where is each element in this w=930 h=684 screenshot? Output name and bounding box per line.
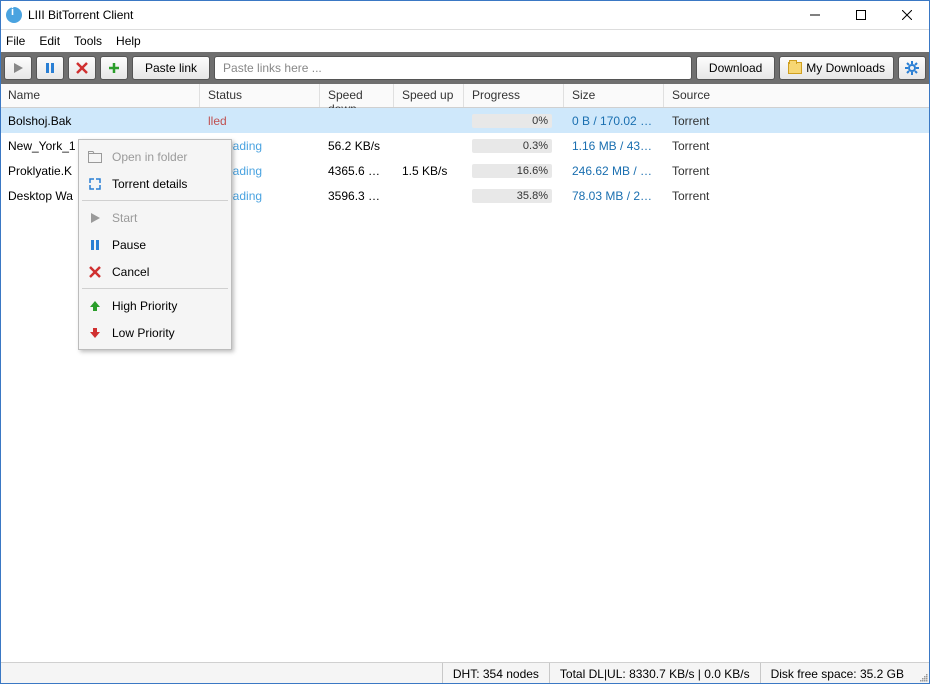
settings-button[interactable] bbox=[898, 56, 926, 80]
folder-open-icon bbox=[88, 151, 102, 163]
ctx-pause[interactable]: Pause bbox=[80, 231, 230, 258]
cancel-icon bbox=[88, 266, 102, 278]
cell-speed-down: 3596.3 KB/s bbox=[320, 189, 394, 203]
cell-progress: 16.6% bbox=[464, 163, 564, 178]
app-icon bbox=[6, 7, 22, 23]
cell-size: 1.16 MB / 432.0... bbox=[564, 139, 664, 153]
table-row[interactable]: Bolshoj.Bak lled 0% 0 B / 170.02 MB Torr… bbox=[0, 108, 930, 133]
expand-icon bbox=[88, 178, 102, 190]
paste-link-button[interactable]: Paste link bbox=[132, 56, 210, 80]
maximize-button[interactable] bbox=[838, 0, 884, 30]
ctx-open-in-folder[interactable]: Open in folder bbox=[80, 143, 230, 170]
ctx-label: High Priority bbox=[112, 299, 177, 313]
cell-name: Bolshoj.Bak bbox=[0, 114, 200, 128]
cell-size: 0 B / 170.02 MB bbox=[564, 114, 664, 128]
resize-grip[interactable] bbox=[914, 663, 930, 684]
ctx-label: Pause bbox=[112, 238, 146, 252]
context-menu: Open in folder Torrent details Start Pau… bbox=[78, 139, 232, 350]
titlebar: LIII BitTorrent Client bbox=[0, 0, 930, 30]
toolbar: Paste link Paste links here ... Download… bbox=[0, 52, 930, 84]
menu-file[interactable]: File bbox=[6, 34, 25, 48]
col-size[interactable]: Size bbox=[564, 84, 664, 107]
ctx-torrent-details[interactable]: Torrent details bbox=[80, 170, 230, 197]
arrow-down-icon bbox=[88, 327, 102, 339]
minimize-button[interactable] bbox=[792, 0, 838, 30]
separator bbox=[82, 200, 228, 201]
menu-edit[interactable]: Edit bbox=[39, 34, 60, 48]
table-header: Name Status Speed down Speed up Progress… bbox=[0, 84, 930, 108]
window-title: LIII BitTorrent Client bbox=[28, 8, 792, 22]
cell-progress: 0.3% bbox=[464, 138, 564, 153]
gear-icon bbox=[905, 61, 919, 75]
cell-size: 246.62 MB / 1.4... bbox=[564, 164, 664, 178]
ctx-label: Start bbox=[112, 211, 137, 225]
menu-tools[interactable]: Tools bbox=[74, 34, 102, 48]
folder-icon bbox=[788, 62, 802, 74]
pause-button[interactable] bbox=[36, 56, 64, 80]
start-button[interactable] bbox=[4, 56, 32, 80]
my-downloads-label: My Downloads bbox=[806, 61, 885, 75]
col-name[interactable]: Name bbox=[0, 84, 200, 107]
status-dht: DHT: 354 nodes bbox=[442, 663, 549, 684]
ctx-label: Cancel bbox=[112, 265, 149, 279]
paste-links-input[interactable]: Paste links here ... bbox=[214, 56, 692, 80]
ctx-high-priority[interactable]: High Priority bbox=[80, 292, 230, 319]
ctx-cancel[interactable]: Cancel bbox=[80, 258, 230, 285]
cell-status: lled bbox=[200, 114, 320, 128]
col-status[interactable]: Status bbox=[200, 84, 320, 107]
status-dlul: Total DL|UL: 8330.7 KB/s | 0.0 KB/s bbox=[549, 663, 760, 684]
col-source[interactable]: Source bbox=[664, 84, 930, 107]
ctx-label: Low Priority bbox=[112, 326, 175, 340]
ctx-start[interactable]: Start bbox=[80, 204, 230, 231]
add-button[interactable] bbox=[100, 56, 128, 80]
paste-placeholder: Paste links here ... bbox=[223, 61, 322, 75]
pause-icon bbox=[88, 239, 102, 251]
cell-progress: 35.8% bbox=[464, 188, 564, 203]
menubar: File Edit Tools Help bbox=[0, 30, 930, 52]
statusbar: DHT: 354 nodes Total DL|UL: 8330.7 KB/s … bbox=[0, 662, 930, 684]
col-progress[interactable]: Progress bbox=[464, 84, 564, 107]
ctx-label: Open in folder bbox=[112, 150, 187, 164]
download-button[interactable]: Download bbox=[696, 56, 775, 80]
cancel-button[interactable] bbox=[68, 56, 96, 80]
close-button[interactable] bbox=[884, 0, 930, 30]
cell-size: 78.03 MB / 218... bbox=[564, 189, 664, 203]
cell-speed-down: 56.2 KB/s bbox=[320, 139, 394, 153]
ctx-label: Torrent details bbox=[112, 177, 187, 191]
my-downloads-button[interactable]: My Downloads bbox=[779, 56, 894, 80]
status-disk: Disk free space: 35.2 GB bbox=[760, 663, 914, 684]
separator bbox=[82, 288, 228, 289]
cell-speed-up: 1.5 KB/s bbox=[394, 164, 464, 178]
play-icon bbox=[88, 212, 102, 224]
arrow-up-icon bbox=[88, 300, 102, 312]
col-speed-down[interactable]: Speed down bbox=[320, 84, 394, 107]
cell-source: Torrent bbox=[664, 114, 930, 128]
cell-source: Torrent bbox=[664, 164, 930, 178]
cell-progress: 0% bbox=[464, 113, 564, 128]
col-speed-up[interactable]: Speed up bbox=[394, 84, 464, 107]
cell-speed-down: 4365.6 KB/s bbox=[320, 164, 394, 178]
cell-source: Torrent bbox=[664, 189, 930, 203]
menu-help[interactable]: Help bbox=[116, 34, 141, 48]
download-label: Download bbox=[709, 61, 762, 75]
cell-source: Torrent bbox=[664, 139, 930, 153]
ctx-low-priority[interactable]: Low Priority bbox=[80, 319, 230, 346]
paste-link-label: Paste link bbox=[145, 61, 197, 75]
